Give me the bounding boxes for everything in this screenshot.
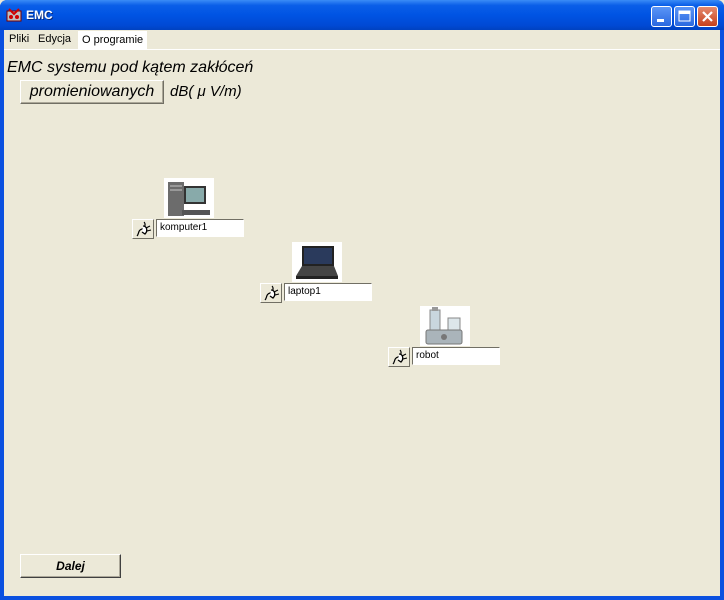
device-name-field[interactable]: robot [412,347,500,365]
plug-button[interactable] [132,219,154,239]
close-button[interactable] [697,6,718,27]
device-name-field[interactable]: laptop1 [284,283,372,301]
device-name-field[interactable]: komputer1 [156,219,244,237]
interference-type-button[interactable]: promieniowanych [20,80,164,104]
laptop-icon[interactable] [292,242,342,282]
desktop-pc-icon[interactable] [164,178,214,218]
food-processor-icon[interactable] [420,306,470,346]
plug-button[interactable] [260,283,282,303]
maximize-button[interactable] [674,6,695,27]
menu-bar: Pliki Edycja O programie [4,30,720,50]
menu-edycja[interactable]: Edycja [38,33,71,45]
unit-label: dB( μ V/m) [170,83,242,100]
title-bar[interactable]: EMC [0,0,724,30]
menu-pliki[interactable]: Pliki [9,33,29,45]
minimize-icon [657,19,664,22]
next-button[interactable]: Dalej [20,554,121,578]
window-title: EMC [26,8,53,22]
plug-button[interactable] [388,347,410,367]
minimize-button[interactable] [651,6,672,27]
app-icon [6,8,22,22]
close-icon [702,11,713,22]
app-window: EMC Pliki Edycja O programie EMC systemu… [0,0,724,600]
plug-icon [136,221,152,237]
maximize-icon [678,10,691,22]
headline: EMC systemu pod kątem zakłóceń [7,59,254,76]
client-area: Pliki Edycja O programie EMC systemu pod… [4,30,720,596]
plug-icon [264,285,280,301]
menu-o-programie[interactable]: O programie [78,31,148,49]
plug-icon [392,349,408,365]
